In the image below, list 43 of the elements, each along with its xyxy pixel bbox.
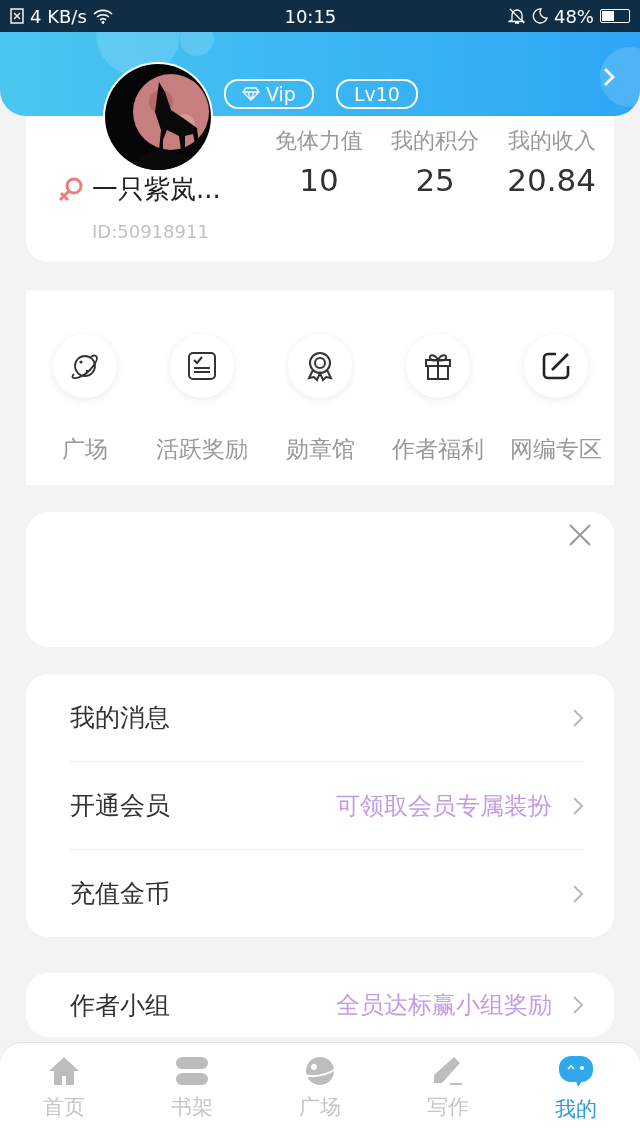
close-icon[interactable] [568,523,592,547]
muted-bell-icon [507,7,526,25]
books-icon [174,1055,210,1087]
stat-value: 25 [415,162,455,198]
menu-item[interactable]: 充值金币 [70,849,584,937]
level-badge: Lv10 [335,79,418,109]
menu-item[interactable]: 我的消息 [70,674,584,761]
battery-percent: 48% [553,5,594,27]
chevron-right-icon [572,995,584,1015]
chevron-right-icon [572,707,584,728]
shortcut-item[interactable]: 作者福利 [379,334,497,485]
stat-label: 免体力值 [275,127,364,155]
user-id: ID:50918911 [92,221,210,242]
chevron-right-icon[interactable] [602,66,616,88]
battery-icon [600,9,630,23]
checklist-icon [186,350,219,382]
shortcut-item[interactable]: 活跃奖励 [143,334,261,485]
wifi-icon [92,8,113,24]
shortcut-item[interactable]: 勋章馆 [261,334,379,485]
menu-item[interactable]: 开通会员 可领取会员专属装扮 [70,761,584,849]
tab[interactable]: 首页 [0,1043,128,1138]
tab[interactable]: 广场 [256,1043,384,1138]
home-icon [47,1055,81,1087]
diamond-icon [242,87,260,101]
chat-face-icon [558,1055,594,1089]
moon-icon [531,8,548,24]
shortcut-item[interactable]: 网编专区 [497,334,614,485]
clock: 10:15 [284,5,337,27]
stat-label: 我的收入 [507,127,596,155]
shortcut-item[interactable]: 广场 [26,334,143,485]
stat-value: 20.84 [507,162,596,198]
network-speed: 4 KB/s [30,5,87,27]
stat-label: 我的积分 [391,127,480,155]
chevron-right-icon [572,795,584,816]
tab[interactable]: 我的 [512,1043,640,1138]
tab[interactable]: 书架 [128,1043,256,1138]
sim-icon [10,8,24,24]
tab[interactable]: 写作 [384,1043,512,1138]
stat-value: 10 [299,162,339,198]
level-badge: Vip [224,79,314,109]
menu-item[interactable]: 作者小组 全员达标赢小组奖励 [70,973,584,1037]
chevron-right-icon [572,883,584,904]
user-name: 一只紫岚... [92,173,221,206]
